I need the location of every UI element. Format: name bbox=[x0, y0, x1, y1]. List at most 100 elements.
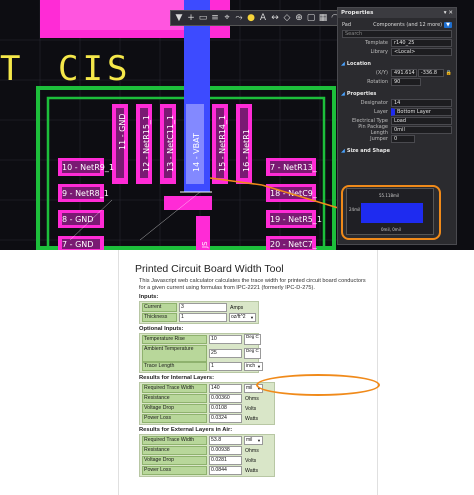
jumper-row: Jumper 0 bbox=[338, 134, 456, 143]
highlight-annotation bbox=[341, 185, 441, 240]
pcb-editor-canvas[interactable]: T CIS 11 - GND 12 - NetR15_1 13 - NetC11… bbox=[0, 0, 474, 250]
rect-select-icon[interactable]: ▭ bbox=[198, 13, 208, 23]
grid-icon[interactable]: ▦ bbox=[318, 13, 328, 23]
trace-width-calculator: Printed Circuit Board Width Tool This Ja… bbox=[118, 250, 380, 495]
pad-label-16: 16 - NetR1 bbox=[242, 129, 251, 172]
length-label: Trace Length bbox=[142, 362, 207, 371]
layer-row: Layer Bottom Layer bbox=[338, 107, 456, 116]
properties-title: Properties bbox=[341, 10, 374, 16]
xy-row: (X/Y) 491.614 -336.8 🔒 bbox=[338, 68, 456, 77]
internal-width-output: 140 bbox=[209, 384, 242, 393]
library-field[interactable]: <Local> bbox=[391, 47, 452, 56]
properties-section-label: Properties bbox=[346, 90, 377, 97]
pcb-toolbar: ▼ + ▭ ≡ ⌖ ⤳ ● A ↔ ◇ ⊕ ▢ ▦ ◠ ╱ bbox=[170, 10, 356, 26]
template-row: Template r140_25 bbox=[338, 38, 456, 47]
temp-rise-unit-select[interactable]: Deg C bbox=[244, 334, 261, 345]
panel-controls: ▾ ✕ bbox=[444, 10, 453, 16]
internal-resistance-output: 0.00360 bbox=[209, 394, 242, 403]
pad-label-15: 15 - NetR14_1 bbox=[218, 115, 227, 172]
internal-vdrop-output: 0.0108 bbox=[209, 404, 242, 413]
align-icon[interactable]: ≡ bbox=[210, 13, 220, 23]
pad-label-10: 10 - NetR9_1 bbox=[62, 163, 114, 172]
electrical-select[interactable]: Load bbox=[391, 116, 452, 125]
pinlen-label: Pin Package Length bbox=[358, 123, 388, 136]
internal-ploss-label: Power Loss bbox=[142, 414, 207, 423]
x-field[interactable]: 491.614 bbox=[391, 68, 417, 77]
bulb-icon[interactable]: ● bbox=[246, 13, 256, 23]
pin-icon[interactable]: ▾ bbox=[444, 10, 447, 16]
rotation-field[interactable]: 90 bbox=[391, 77, 421, 86]
close-icon[interactable]: ✕ bbox=[448, 10, 453, 16]
pad-label-8: 8 - GND bbox=[62, 215, 93, 224]
external-width-unit-select[interactable]: mil ▼ bbox=[244, 436, 263, 445]
external-ploss-row: Power Loss 0.0844 Watts bbox=[142, 466, 258, 475]
pad-label-9: 9 - NetR8_1 bbox=[62, 189, 109, 198]
zoom-icon[interactable]: ⊕ bbox=[294, 13, 304, 23]
shape-icon[interactable]: ◇ bbox=[282, 13, 292, 23]
internal-results: Required Trace Width 140 mil ▼ Resistance… bbox=[139, 382, 275, 425]
thickness-input[interactable]: 1 bbox=[179, 313, 227, 322]
chevron-down-icon: ▼ bbox=[257, 364, 261, 369]
vertical-pads[interactable] bbox=[112, 104, 252, 184]
external-vdrop-output: 0.0281 bbox=[209, 456, 242, 465]
length-unit: inch bbox=[246, 363, 256, 369]
search-row: Search bbox=[338, 29, 456, 38]
filter-icon[interactable]: ▼ bbox=[174, 13, 184, 23]
external-vdrop-label: Voltage Drop bbox=[142, 456, 207, 465]
pad-label-20: 20 - NetC7_ bbox=[270, 240, 318, 249]
current-input[interactable]: 3 bbox=[179, 303, 227, 312]
layer-label: Layer bbox=[374, 108, 388, 115]
internal-ploss-output: 0.0324 bbox=[209, 414, 242, 423]
place-icon[interactable]: ⌖ bbox=[222, 13, 232, 23]
highlight-annotation bbox=[256, 374, 380, 396]
location-section-label: Location bbox=[346, 60, 371, 67]
filter-button[interactable]: ▼ bbox=[444, 21, 452, 28]
search-input[interactable]: Search bbox=[342, 29, 452, 38]
expand-icon: ◢ bbox=[341, 60, 345, 67]
ambient-unit: Deg C bbox=[246, 348, 259, 353]
optional-section: Temperature Rise 10 Deg C Ambient Temper… bbox=[139, 333, 263, 373]
ambient-label: Ambient Temperature bbox=[142, 345, 207, 362]
dimension-icon[interactable]: ↔ bbox=[270, 13, 280, 23]
pinlen-row: Pin Package Length 0mil bbox=[338, 123, 456, 136]
ambient-unit-select[interactable]: Deg C bbox=[244, 348, 261, 359]
y-field[interactable]: -336.8 bbox=[417, 68, 444, 77]
filter-value[interactable]: Components (and 12 more) bbox=[364, 22, 442, 28]
ambient-input[interactable]: 25 bbox=[209, 349, 242, 358]
temp-rise-input[interactable]: 10 bbox=[209, 335, 242, 344]
jumper-field[interactable]: 0 bbox=[391, 134, 415, 143]
inputs-section: Current 3 Amps Thickness 1 oz/ft^2 ▼ bbox=[139, 301, 259, 324]
internal-vdrop-label: Voltage Drop bbox=[142, 404, 207, 413]
lock-icon[interactable]: 🔒 bbox=[446, 70, 452, 76]
thickness-row: Thickness 1 oz/ft^2 ▼ bbox=[142, 313, 256, 322]
designator-field[interactable]: 14 bbox=[391, 98, 452, 107]
properties-section[interactable]: ◢ Properties bbox=[338, 89, 456, 98]
size-section[interactable]: ◢ Size and Shape bbox=[338, 146, 456, 155]
template-field[interactable]: r140_25 bbox=[391, 38, 452, 47]
expand-icon: ◢ bbox=[341, 147, 345, 154]
pad-label-17: 7 - NetR13_ bbox=[270, 163, 318, 172]
layer-select[interactable]: Bottom Layer bbox=[391, 107, 452, 116]
internal-vdrop-unit: Volts bbox=[245, 405, 257, 412]
pad-label-19: 19 - NetR5_1 bbox=[270, 215, 322, 224]
bottom-pad[interactable] bbox=[164, 196, 212, 210]
thickness-unit-select[interactable]: oz/ft^2 ▼ bbox=[229, 313, 256, 322]
external-width-row: Required Trace Width 53.8 mil ▼ bbox=[142, 436, 263, 445]
location-section[interactable]: ◢ Location bbox=[338, 59, 456, 68]
length-row: Trace Length 1 inch ▼ bbox=[142, 362, 263, 371]
route-icon[interactable]: ⤳ bbox=[234, 13, 244, 23]
external-ploss-output: 0.0844 bbox=[209, 466, 242, 475]
rotation-row: Rotation 90 bbox=[338, 77, 456, 86]
plus-icon[interactable]: + bbox=[186, 13, 196, 23]
text-icon[interactable]: A bbox=[258, 13, 268, 23]
external-resistance-row: Resistance 0.00938 Ohms bbox=[142, 446, 259, 455]
external-title: Results for External Layers in Air: bbox=[139, 427, 233, 433]
length-input[interactable]: 1 bbox=[209, 362, 242, 371]
internal-width-row: Required Trace Width 140 mil ▼ bbox=[142, 384, 263, 393]
external-results: Required Trace Width 53.8 mil ▼ Resistanc… bbox=[139, 434, 275, 477]
external-resistance-label: Resistance bbox=[142, 446, 207, 455]
box-icon[interactable]: ▢ bbox=[306, 13, 316, 23]
pinlen-field[interactable]: 0mil bbox=[391, 125, 452, 134]
length-unit-select[interactable]: inch ▼ bbox=[244, 362, 263, 371]
size-section-label: Size and Shape bbox=[346, 147, 390, 154]
